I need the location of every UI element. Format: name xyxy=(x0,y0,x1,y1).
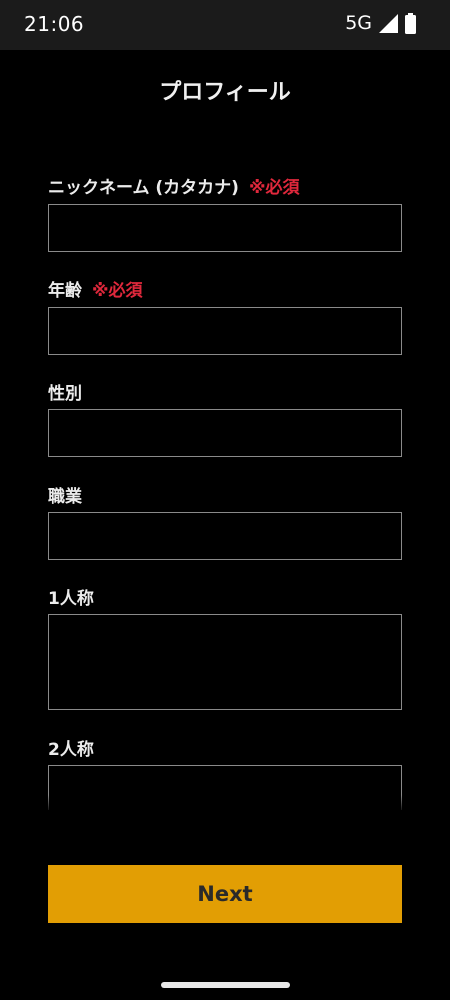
home-indicator[interactable] xyxy=(161,982,290,988)
occupation-label: 職業 xyxy=(48,487,82,507)
profile-form: ニックネーム (カタカナ) ※必須 年齢 ※必須 性別 職業 1人称 2人称 xyxy=(0,160,450,810)
nickname-label-text: ニックネーム (カタカナ) xyxy=(48,178,239,198)
nickname-label: ニックネーム (カタカナ) ※必須 xyxy=(48,173,299,198)
first-person-input[interactable] xyxy=(48,614,402,710)
scroll-fade xyxy=(0,795,450,813)
signal-icon xyxy=(379,13,398,33)
age-label-text: 年齢 xyxy=(48,281,82,301)
age-input[interactable] xyxy=(48,307,402,355)
gender-label: 性別 xyxy=(48,384,82,404)
required-badge: ※必須 xyxy=(248,178,300,198)
status-bar: 21:06 5G xyxy=(0,0,450,50)
gender-input[interactable] xyxy=(48,409,402,457)
page-title: プロフィール xyxy=(159,80,291,105)
occupation-input[interactable] xyxy=(48,512,402,560)
age-label: 年齢 ※必須 xyxy=(48,276,143,301)
required-badge: ※必須 xyxy=(92,281,143,301)
network-type: 5G xyxy=(345,12,372,34)
first-person-label: 1人称 xyxy=(48,589,94,609)
status-indicators: 5G xyxy=(345,12,416,34)
status-time: 21:06 xyxy=(24,12,85,36)
next-button[interactable]: Next xyxy=(48,865,402,923)
nickname-input[interactable] xyxy=(48,204,402,252)
second-person-label: 2人称 xyxy=(48,740,94,760)
battery-icon xyxy=(405,12,416,34)
